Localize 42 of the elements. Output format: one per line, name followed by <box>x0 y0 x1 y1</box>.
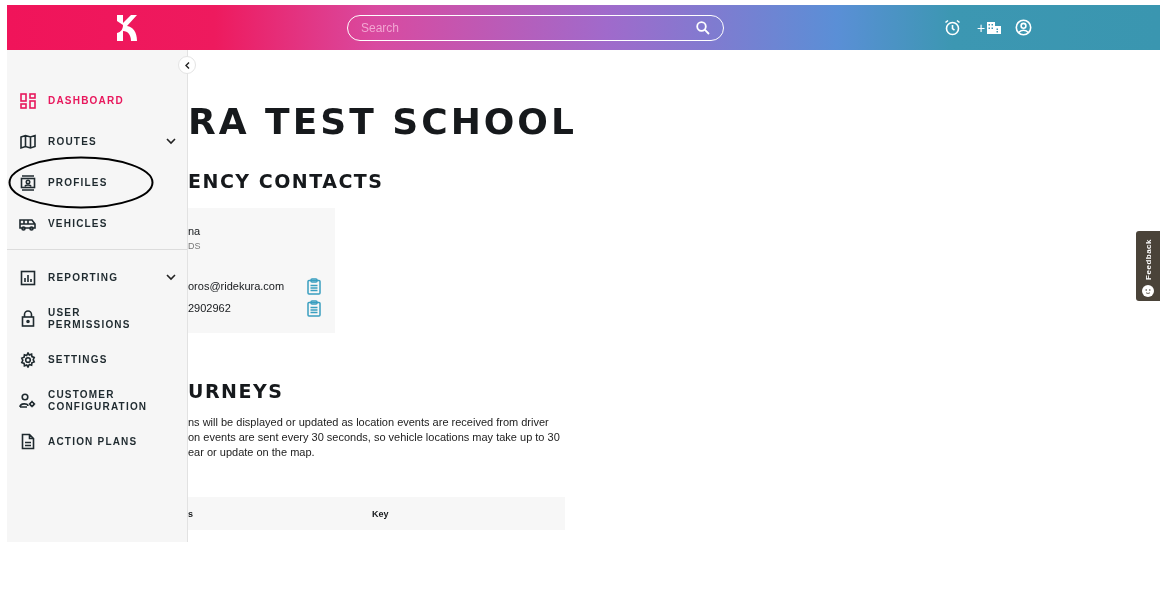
document-icon <box>20 433 35 450</box>
clipboard-icon[interactable] <box>307 277 321 295</box>
lock-icon <box>20 310 35 327</box>
building-icon <box>987 21 1002 34</box>
page-title: RA TEST SCHOOL <box>188 102 578 142</box>
contact-name: na <box>188 224 202 238</box>
alarm-clock-icon[interactable] <box>944 19 961 36</box>
chevron-down-icon[interactable] <box>166 137 176 145</box>
sidebar-item[interactable]: VEHICLES <box>7 203 187 244</box>
chevron-left-icon <box>184 61 190 69</box>
section-heading: URNEYS <box>188 380 285 402</box>
dashboard-icon <box>19 92 36 109</box>
user-avatar-icon[interactable] <box>1015 19 1033 36</box>
van-icon <box>19 216 36 231</box>
sidebar-item[interactable]: PROFILES <box>7 162 187 203</box>
profile-card-icon <box>19 174 36 191</box>
column-header: Key <box>372 508 389 519</box>
collapse-sidebar-button[interactable] <box>178 56 196 74</box>
contact-phone: 2902962 <box>188 302 231 314</box>
sidebar-item[interactable]: USER PERMISSIONS <box>7 298 187 339</box>
map-icon <box>19 133 36 150</box>
sidebar-item[interactable]: CUSTOMER CONFIGURATION <box>7 380 187 421</box>
column-header: s <box>188 508 193 519</box>
sidebar-item[interactable]: SETTINGS <box>7 339 187 380</box>
contact-email: oros@ridekura.com <box>188 280 285 292</box>
chevron-down-icon[interactable] <box>166 273 176 281</box>
logo-icon[interactable] <box>115 14 139 41</box>
smiley-icon <box>1142 285 1154 297</box>
contact-role: DS <box>188 240 202 252</box>
search-field[interactable]: Search <box>347 14 724 41</box>
clipboard-icon[interactable] <box>307 299 321 317</box>
feedback-tab[interactable]: Feedback <box>1136 231 1160 301</box>
sidebar-item[interactable]: REPORTING <box>7 257 187 298</box>
sidebar-item[interactable]: ROUTES <box>7 121 187 162</box>
journeys-description: ns will be displayed or updated as location events are received from driver on events are sent every 30 seconds, so vehicle locations may take up to 30 ear or update on the map. <box>188 415 561 460</box>
sidebar-item[interactable]: DASHBOARD <box>7 80 187 121</box>
sidebar-item[interactable]: ACTION PLANS <box>7 421 187 462</box>
settings-icon <box>19 351 36 368</box>
bar-chart-icon <box>19 269 36 286</box>
search-icon[interactable] <box>696 20 710 35</box>
section-heading: ENCY CONTACTS <box>188 170 385 192</box>
user-gear-icon <box>19 393 36 408</box>
